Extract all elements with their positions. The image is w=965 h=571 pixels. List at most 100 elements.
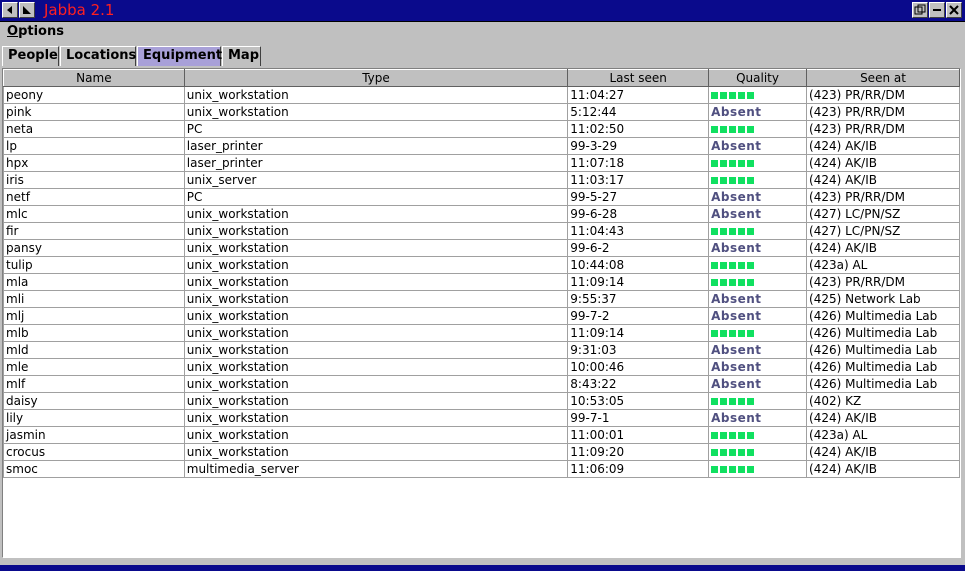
table-row[interactable]: hpx laser_printer 11:07:18 (424) AK/IB — [3, 154, 960, 172]
quality-bar-icon — [711, 462, 756, 476]
menu-options[interactable]: Options — [7, 24, 64, 40]
window-menu-corner-arrow-icon[interactable] — [19, 2, 35, 18]
cell-seen-at: (426) Multimedia Lab — [806, 358, 960, 376]
table-row[interactable]: pansy unix_workstation 99-6-2 Absent (424) A… — [3, 239, 960, 257]
tab-bar: People Locations Equipment Map — [0, 44, 965, 68]
table-row[interactable]: crocus unix_workstation 11:09:20 (424) AK/I… — [3, 443, 960, 461]
cell-last-seen: 5:12:44 — [567, 103, 710, 121]
cell-name: daisy — [3, 392, 185, 410]
cell-type: PC — [183, 120, 569, 138]
cell-quality: Absent — [708, 358, 808, 376]
cell-name: mlf — [3, 375, 185, 393]
table-row[interactable]: lp laser_printer 99-3-29 Absent (424) AK/IB — [3, 137, 960, 155]
cell-type: unix_workstation — [183, 86, 569, 104]
cell-name: mli — [3, 290, 185, 308]
cell-last-seen: 11:04:43 — [567, 222, 710, 240]
cell-quality — [708, 392, 808, 410]
cell-last-seen: 11:09:14 — [567, 324, 710, 342]
cell-quality — [708, 426, 808, 444]
table-row[interactable]: peony unix_workstation 11:04:27 (423) PR/RR… — [3, 86, 960, 104]
column-header-last-seen[interactable]: Last seen — [567, 69, 710, 87]
cell-quality — [708, 222, 808, 240]
table-row[interactable]: daisy unix_workstation 10:53:05 (402) KZ — [3, 392, 960, 410]
cell-name: lp — [3, 137, 185, 155]
absent-label: Absent — [711, 292, 762, 306]
cell-last-seen: 11:03:17 — [567, 171, 710, 189]
table-row[interactable]: mlj unix_workstation 99-7-2 Absent (426) Mul… — [3, 307, 960, 325]
cell-type: unix_workstation — [183, 443, 569, 461]
cell-last-seen: 10:53:05 — [567, 392, 710, 410]
table-row[interactable]: mld unix_workstation 9:31:03 Absent (426) Mu… — [3, 341, 960, 359]
table-row[interactable]: mle unix_workstation 10:00:46 Absent (426) M… — [3, 358, 960, 376]
cell-quality: Absent — [708, 205, 808, 223]
table-row[interactable]: neta PC 11:02:50 (423) PR/RR/DM — [3, 120, 960, 138]
cell-type: multimedia_server — [183, 460, 569, 478]
cell-seen-at: (424) AK/IB — [806, 154, 960, 172]
column-header-name[interactable]: Name — [3, 69, 185, 87]
bottom-border — [0, 565, 965, 571]
cell-quality — [708, 120, 808, 138]
cell-seen-at: (424) AK/IB — [806, 460, 960, 478]
table-row[interactable]: mlb unix_workstation 11:09:14 (426) Multime… — [3, 324, 960, 342]
table-row[interactable]: jasmin unix_workstation 11:00:01 (423a) AL — [3, 426, 960, 444]
absent-label: Absent — [711, 309, 762, 323]
cell-type: laser_printer — [183, 154, 569, 172]
cell-quality: Absent — [708, 103, 808, 121]
table-row[interactable]: iris unix_server 11:03:17 (424) AK/IB — [3, 171, 960, 189]
table-row[interactable]: smoc multimedia_server 11:06:09 (424) AK/IB — [3, 460, 960, 478]
table-row[interactable]: fir unix_workstation 11:04:43 (427) LC/PN/S… — [3, 222, 960, 240]
column-header-type[interactable]: Type — [183, 69, 569, 87]
column-header-seen-at[interactable]: Seen at — [806, 69, 960, 87]
cell-quality — [708, 154, 808, 172]
cell-type: unix_workstation — [183, 103, 569, 121]
cell-quality: Absent — [708, 290, 808, 308]
close-icon[interactable] — [946, 2, 962, 18]
cell-quality: Absent — [708, 137, 808, 155]
cell-seen-at: (427) LC/PN/SZ — [806, 205, 960, 223]
cell-name: mld — [3, 341, 185, 359]
equipment-table: Name Type Last seen Quality Seen at peon… — [3, 69, 960, 478]
table-row[interactable]: mlc unix_workstation 99-6-28 Absent (427) LC… — [3, 205, 960, 223]
table-row[interactable]: pink unix_workstation 5:12:44 Absent (423) P… — [3, 103, 960, 121]
cell-quality — [708, 324, 808, 342]
cell-type: unix_workstation — [183, 358, 569, 376]
cell-type: unix_server — [183, 171, 569, 189]
tab-map[interactable]: Map — [222, 46, 261, 66]
cell-name: mlj — [3, 307, 185, 325]
cell-name: smoc — [3, 460, 185, 478]
cell-name: tulip — [3, 256, 185, 274]
table-row[interactable]: netf PC 99-5-27 Absent (423) PR/RR/DM — [3, 188, 960, 206]
cell-seen-at: (423) PR/RR/DM — [806, 188, 960, 206]
table-header-row: Name Type Last seen Quality Seen at — [3, 69, 960, 87]
cell-type: PC — [183, 188, 569, 206]
table-row[interactable]: mli unix_workstation 9:55:37 Absent (425) Ne… — [3, 290, 960, 308]
cell-seen-at: (402) KZ — [806, 392, 960, 410]
cell-type: unix_workstation — [183, 273, 569, 291]
tab-locations[interactable]: Locations — [60, 46, 136, 66]
tab-equipment[interactable]: Equipment — [137, 46, 222, 66]
table-row[interactable]: tulip unix_workstation 10:44:08 (423a) AL — [3, 256, 960, 274]
cell-quality: Absent — [708, 307, 808, 325]
cell-name: jasmin — [3, 426, 185, 444]
cell-last-seen: 9:55:37 — [567, 290, 710, 308]
table-row[interactable]: lily unix_workstation 99-7-1 Absent (424) AK… — [3, 409, 960, 427]
title-bar: Jabba 2.1 — [0, 0, 965, 22]
cell-seen-at: (423) PR/RR/DM — [806, 86, 960, 104]
cell-seen-at: (426) Multimedia Lab — [806, 341, 960, 359]
cell-seen-at: (427) LC/PN/SZ — [806, 222, 960, 240]
cell-seen-at: (423) PR/RR/DM — [806, 273, 960, 291]
cell-name: mlb — [3, 324, 185, 342]
cell-last-seen: 11:04:27 — [567, 86, 710, 104]
cell-seen-at: (423) PR/RR/DM — [806, 120, 960, 138]
minimize-icon[interactable] — [929, 2, 945, 18]
tab-people[interactable]: People — [2, 46, 59, 66]
cell-name: iris — [3, 171, 185, 189]
cell-last-seen: 99-7-2 — [567, 307, 710, 325]
window-menu-left-arrow-icon[interactable] — [2, 2, 18, 18]
column-header-quality[interactable]: Quality — [708, 69, 808, 87]
cell-quality: Absent — [708, 188, 808, 206]
cell-type: unix_workstation — [183, 290, 569, 308]
restore-icon[interactable] — [912, 2, 928, 18]
table-row[interactable]: mlf unix_workstation 8:43:22 Absent (426) Mu… — [3, 375, 960, 393]
table-row[interactable]: mla unix_workstation 11:09:14 (423) PR/RR/D… — [3, 273, 960, 291]
